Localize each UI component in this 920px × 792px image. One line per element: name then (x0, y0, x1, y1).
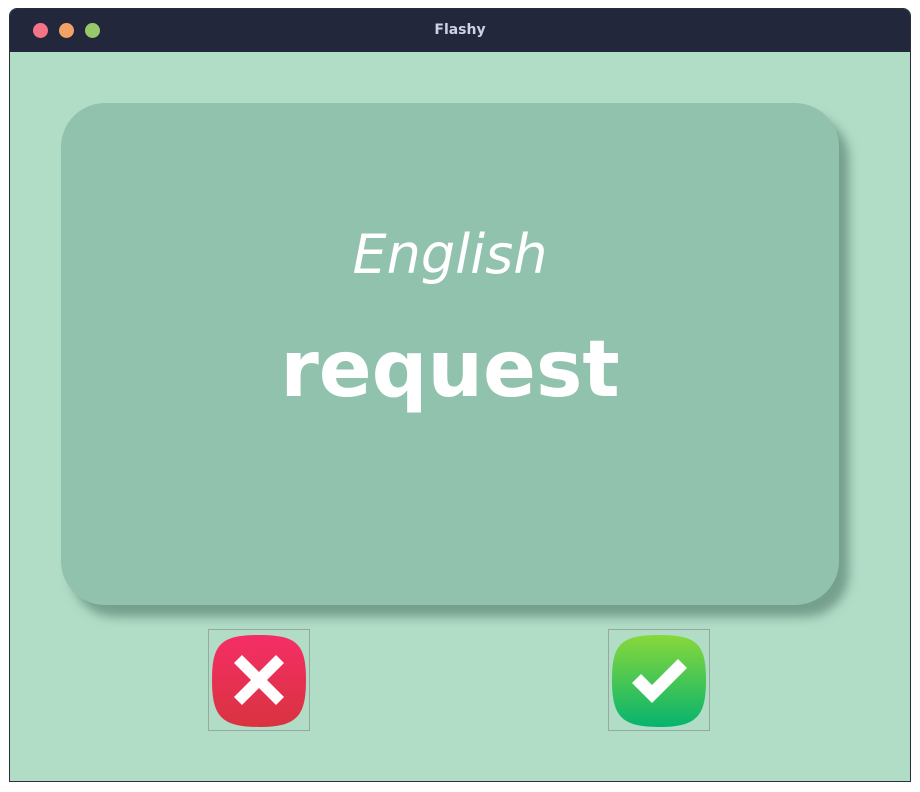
flashcard: English request (61, 103, 839, 605)
checkmark-icon (612, 635, 706, 727)
card-language-label: English (352, 223, 548, 286)
card-word: request (280, 325, 620, 415)
title-bar: Flashy (10, 9, 910, 52)
wrong-button[interactable] (208, 629, 310, 731)
flashcard-canvas: English request (10, 52, 910, 781)
app-window: Flashy English request (9, 8, 911, 782)
cross-icon (212, 635, 306, 727)
right-button[interactable] (608, 629, 710, 731)
window-title: Flashy (434, 22, 486, 38)
